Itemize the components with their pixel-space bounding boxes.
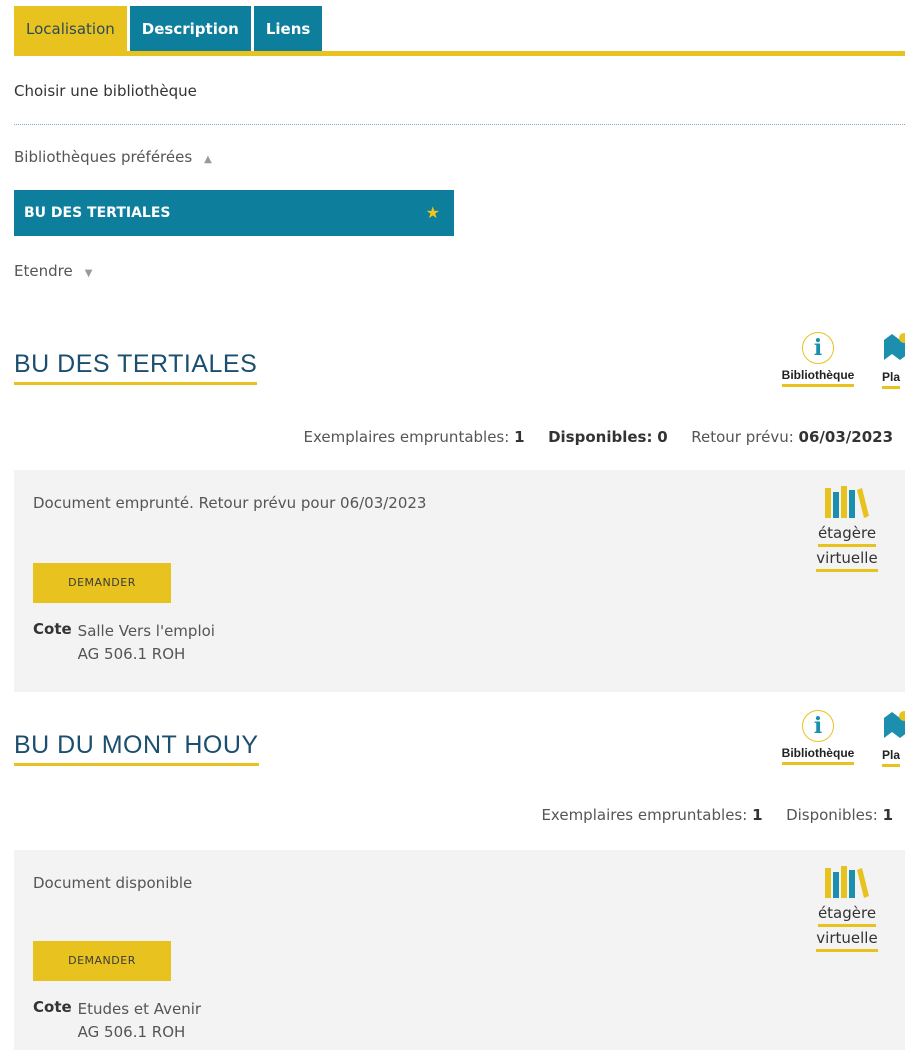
library-title[interactable]: BU DU MONT HOUY bbox=[14, 731, 259, 766]
request-button[interactable]: DEMANDER bbox=[33, 563, 171, 603]
virtual-shelf-link[interactable]: étagère virtuelle bbox=[802, 484, 892, 574]
divider bbox=[14, 124, 905, 125]
call-number-code: AG 506.1 ROH bbox=[77, 645, 186, 663]
preferred-libraries-toggle[interactable]: Bibliothèques préférées ▲ bbox=[14, 148, 212, 166]
map-icon bbox=[884, 333, 905, 360]
plan-label: Pla bbox=[882, 370, 901, 389]
item-status: Document disponible bbox=[33, 874, 193, 892]
extend-label: Etendre bbox=[14, 262, 73, 280]
call-number: Cote Etudes et Avenir AG 506.1 ROH bbox=[33, 998, 201, 1044]
library-info-button[interactable]: i Bibliothèque bbox=[776, 710, 860, 765]
bookshelf-icon bbox=[825, 486, 869, 518]
virtual-shelf-line1: étagère bbox=[817, 904, 877, 927]
selected-library-label: BU DES TERTIALES bbox=[24, 205, 171, 221]
call-number-location: Salle Vers l'emploi bbox=[77, 622, 215, 640]
tab-description[interactable]: Description bbox=[129, 6, 251, 51]
plan-button[interactable]: Pla bbox=[882, 332, 905, 389]
item-panel: Document emprunté. Retour prévu pour 06/… bbox=[14, 470, 905, 692]
tab-underline bbox=[14, 51, 905, 56]
call-number: Cote Salle Vers l'emploi AG 506.1 ROH bbox=[33, 620, 215, 666]
virtual-shelf-link[interactable]: étagère virtuelle bbox=[802, 864, 892, 954]
star-icon[interactable]: ★ bbox=[426, 190, 440, 236]
extend-toggle[interactable]: Etendre ▼ bbox=[14, 262, 92, 280]
collapse-arrow-icon: ▲ bbox=[204, 154, 212, 165]
virtual-shelf-line2: virtuelle bbox=[816, 549, 878, 572]
plan-label: Pla bbox=[882, 748, 901, 767]
library-info-label: Bibliothèque bbox=[781, 368, 855, 387]
choose-library-heading: Choisir une bibliothèque bbox=[14, 82, 197, 100]
tab-localisation[interactable]: Localisation bbox=[14, 6, 127, 51]
preferred-libraries-label: Bibliothèques préférées bbox=[14, 148, 193, 166]
virtual-shelf-line1: étagère bbox=[817, 524, 877, 547]
call-number-label: Cote bbox=[33, 620, 72, 638]
availability-stats: Exemplaires empruntables: 1 Disponibles:… bbox=[303, 428, 893, 446]
call-number-label: Cote bbox=[33, 998, 72, 1016]
plan-button[interactable]: Pla bbox=[882, 710, 905, 767]
item-panel: Document disponible DEMANDER Cote Etudes … bbox=[14, 850, 905, 1050]
request-button[interactable]: DEMANDER bbox=[33, 941, 171, 981]
library-info-button[interactable]: i Bibliothèque bbox=[776, 332, 860, 387]
call-number-location: Etudes et Avenir bbox=[77, 1000, 202, 1018]
call-number-code: AG 506.1 ROH bbox=[77, 1023, 186, 1041]
library-title[interactable]: BU DES TERTIALES bbox=[14, 350, 258, 385]
availability-stats: Exemplaires empruntables: 1 Disponibles:… bbox=[541, 806, 893, 824]
selected-library-item[interactable]: BU DES TERTIALES ★ bbox=[14, 190, 454, 236]
virtual-shelf-line2: virtuelle bbox=[816, 929, 878, 952]
tab-liens[interactable]: Liens bbox=[253, 6, 323, 51]
info-icon: i bbox=[802, 710, 834, 742]
library-info-label: Bibliothèque bbox=[781, 746, 855, 765]
tab-bar: Localisation Description Liens bbox=[14, 6, 325, 53]
expand-arrow-icon: ▼ bbox=[84, 268, 93, 279]
item-status: Document emprunté. Retour prévu pour 06/… bbox=[33, 494, 427, 512]
info-icon: i bbox=[802, 332, 834, 364]
map-icon bbox=[884, 711, 905, 738]
bookshelf-icon bbox=[825, 866, 869, 898]
